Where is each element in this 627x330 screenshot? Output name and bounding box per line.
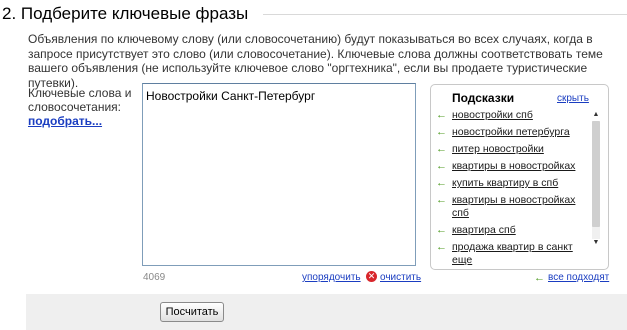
add-arrow-icon[interactable]: ← — [436, 109, 447, 122]
hint-item[interactable]: ← купить квартиру в спб — [434, 177, 591, 190]
hint-item[interactable]: ← питер новостройки — [434, 143, 591, 156]
section-title: 2. Подберите ключевые фразы — [2, 4, 249, 23]
add-arrow-icon[interactable]: ← — [436, 177, 447, 190]
hint-item-text[interactable]: новостройки петербурга — [452, 126, 570, 138]
calculate-button[interactable]: Посчитать — [160, 302, 224, 322]
hint-item-text[interactable]: продажа квартир в санкт еще — [452, 241, 573, 266]
add-arrow-icon[interactable]: ← — [436, 143, 447, 156]
hints-scrollbar-thumb[interactable] — [592, 121, 600, 227]
section-description: Объявления по ключевому слову (или слово… — [28, 32, 603, 90]
add-arrow-icon[interactable]: ← — [436, 126, 447, 139]
pick-keywords-link[interactable]: подобрать... — [28, 114, 102, 128]
hint-item[interactable]: ← новостройки петербурга — [434, 126, 591, 139]
footer-bar — [26, 294, 627, 330]
hint-item-text[interactable]: квартиры в новостройках спб — [452, 194, 575, 219]
hint-item-text[interactable]: квартиры в новостройках — [452, 160, 575, 172]
hide-hints-link[interactable]: скрыть — [557, 93, 589, 104]
hint-item-text[interactable]: питер новостройки — [452, 143, 544, 155]
hint-item[interactable]: ← продажа квартир в санкт еще — [434, 241, 591, 267]
add-all-arrow-icon[interactable]: ← — [534, 272, 545, 284]
keywords-textarea[interactable]: Новостройки Санкт-Петербург — [142, 83, 416, 266]
add-arrow-icon[interactable]: ← — [436, 194, 447, 207]
scroll-down-icon[interactable]: ▼ — [591, 238, 601, 248]
hint-item[interactable]: ← квартиры в новостройках спб — [434, 194, 591, 220]
hint-item[interactable]: ← новостройки спб — [434, 109, 591, 122]
keywords-label: Ключевые слова и словосочетания: — [28, 86, 132, 114]
add-arrow-icon[interactable]: ← — [436, 160, 447, 173]
clear-icon[interactable]: ✕ — [366, 271, 377, 282]
clear-link[interactable]: очистить — [380, 272, 421, 283]
hint-item[interactable]: ← квартира спб — [434, 224, 591, 237]
sort-link[interactable]: упорядочить — [302, 272, 361, 283]
chars-counter: 4069 — [143, 272, 166, 283]
title-divider — [263, 14, 627, 15]
all-fit-link[interactable]: все подходят — [548, 272, 609, 283]
hint-item-text[interactable]: квартира спб — [452, 224, 516, 236]
hints-title: Подсказки — [452, 91, 515, 105]
add-arrow-icon[interactable]: ← — [436, 224, 447, 237]
add-arrow-icon[interactable]: ← — [436, 241, 447, 254]
hint-list: ← новостройки спб ← новостройки петербур… — [434, 109, 591, 267]
hint-item-text[interactable]: новостройки спб — [452, 109, 533, 121]
scroll-up-icon[interactable]: ▲ — [591, 110, 601, 120]
hint-item-text[interactable]: купить квартиру в спб — [452, 177, 558, 189]
hint-item[interactable]: ← квартиры в новостройках — [434, 160, 591, 173]
